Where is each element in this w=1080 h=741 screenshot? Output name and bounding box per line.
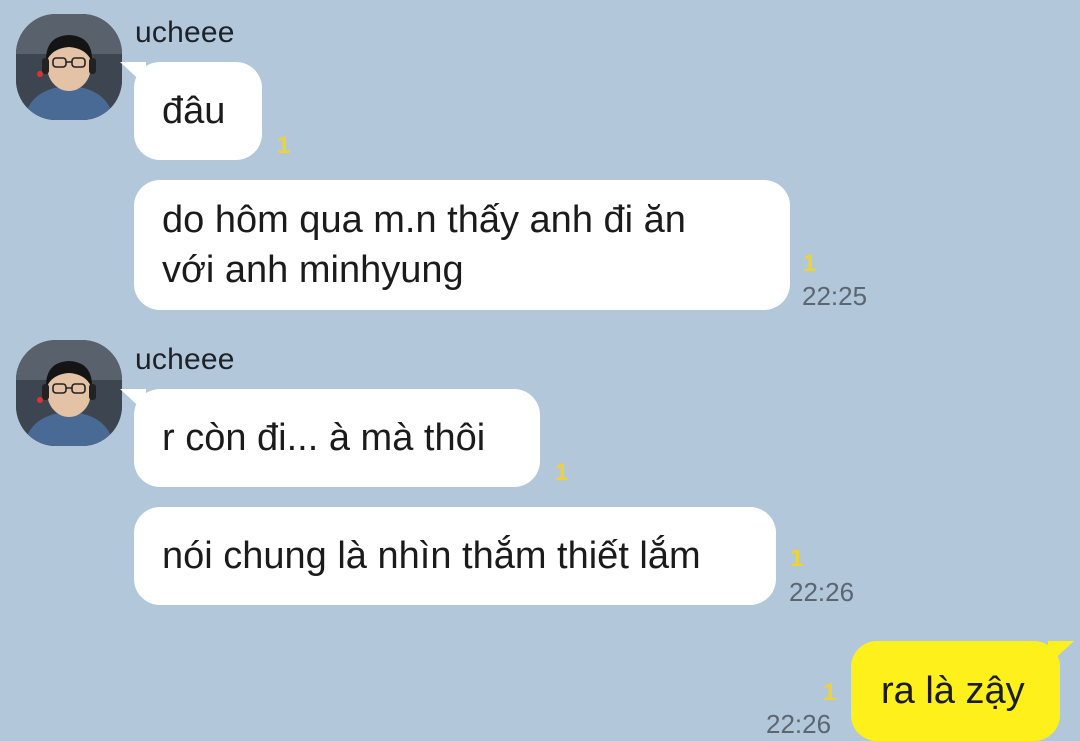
unread-count: 1 <box>277 132 291 159</box>
message-timestamp: 22:26 <box>789 577 855 607</box>
message-text: nói chung là nhìn thắm thiết lắm <box>162 535 701 577</box>
sender-name: ucheee <box>135 16 235 49</box>
unread-count: 1 <box>803 250 817 277</box>
profile-photo-icon <box>16 340 122 446</box>
message-text: ra là zậy <box>881 670 1025 712</box>
message-text: r còn đi... à mà thôi <box>162 417 486 459</box>
unread-count: 1 <box>790 545 804 572</box>
message-text-line: với anh minhyung <box>162 249 464 291</box>
sender-avatar[interactable] <box>16 340 122 446</box>
unread-count: 1 <box>555 459 569 486</box>
my-message-bubble[interactable]: ra là zậy <box>851 641 1074 741</box>
message-text-line: do hôm qua m.n thấy anh đi ăn <box>162 199 686 241</box>
unread-count: 1 <box>823 679 837 706</box>
message-timestamp: 22:25 <box>802 281 868 311</box>
message-bubble[interactable]: nói chung là nhìn thắm thiết lắm <box>134 507 776 605</box>
sender-avatar[interactable] <box>16 14 122 120</box>
message-bubble[interactable]: do hôm qua m.n thấy anh đi ăn với anh mi… <box>134 180 790 310</box>
profile-photo-icon <box>16 14 122 120</box>
chat-room: ucheee đâu 1 do hôm qua m.n thấy anh đi … <box>0 0 1080 741</box>
message-bubble[interactable]: r còn đi... à mà thôi <box>120 389 540 487</box>
message-text: đâu <box>162 90 226 132</box>
message-bubble[interactable]: đâu <box>120 62 262 160</box>
sender-name: ucheee <box>135 343 235 376</box>
message-timestamp: 22:26 <box>766 709 832 739</box>
